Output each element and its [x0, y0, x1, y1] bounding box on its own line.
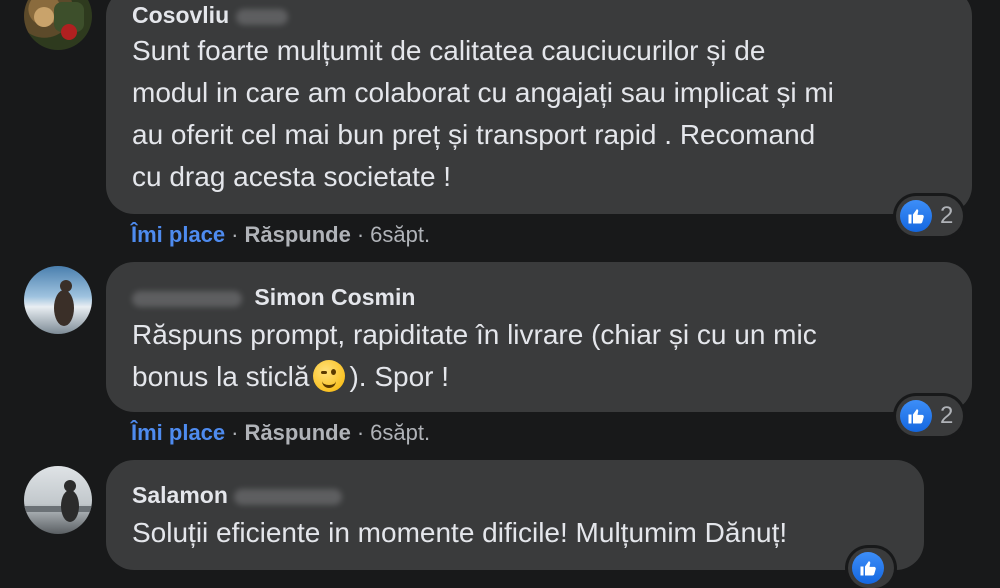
- comment-author[interactable]: Simon Cosmin: [132, 282, 946, 312]
- reply-button[interactable]: Răspunde: [244, 420, 350, 445]
- like-button[interactable]: Îmi place: [131, 420, 225, 445]
- avatar-photo-icon: [24, 480, 92, 522]
- avatar[interactable]: [24, 0, 92, 50]
- reaction-count: 2: [940, 202, 954, 229]
- thumbs-up-icon: [900, 200, 932, 232]
- comment-timestamp[interactable]: 6săpt.: [370, 222, 430, 247]
- comment-bubble: Simon Cosmin Răspuns prompt, rapiditate …: [106, 262, 972, 412]
- reaction-count: 2: [940, 402, 954, 429]
- avatar[interactable]: [24, 266, 92, 334]
- like-button[interactable]: Îmi place: [131, 222, 225, 247]
- comment-text: Soluții eficiente in momente dificile! M…: [132, 517, 788, 548]
- separator-dot: ·: [231, 420, 239, 445]
- comment-timestamp[interactable]: 6săpt.: [370, 420, 430, 445]
- separator-dot: ·: [356, 420, 365, 445]
- comment-author[interactable]: Cosovliu: [132, 0, 946, 30]
- comment-text: Sunt foarte mulțumit de calitatea cauciu…: [132, 35, 834, 192]
- avatar[interactable]: [24, 466, 92, 534]
- avatar-photo-icon: [34, 2, 84, 40]
- comment-bubble: Cosovliu Sunt foarte mulțumit de calitat…: [106, 0, 972, 214]
- comment-bubble: Salamon Soluții eficiente in momente dif…: [106, 460, 924, 570]
- separator-dot: ·: [356, 222, 365, 247]
- redacted-surname: [234, 488, 343, 505]
- separator-dot: ·: [231, 222, 239, 247]
- comment-text: Răspuns prompt, rapiditate în livrare (c…: [132, 319, 817, 392]
- redacted-name: [132, 290, 242, 307]
- avatar-photo-icon: [54, 280, 74, 326]
- redacted-surname: [235, 8, 288, 25]
- thumbs-up-icon: [900, 400, 932, 432]
- reply-button[interactable]: Răspunde: [244, 222, 350, 247]
- reaction-summary[interactable]: [848, 548, 894, 588]
- comment-author[interactable]: Salamon: [132, 480, 898, 510]
- reaction-summary[interactable]: 2: [896, 396, 964, 436]
- comment-actions: Îmi place · Răspunde · 6săpt.: [131, 420, 430, 446]
- wink-emoji-icon: [313, 360, 346, 392]
- thumbs-up-icon: [852, 552, 884, 584]
- comment-actions: Îmi place · Răspunde · 6săpt.: [131, 222, 430, 248]
- reaction-summary[interactable]: 2: [896, 196, 964, 236]
